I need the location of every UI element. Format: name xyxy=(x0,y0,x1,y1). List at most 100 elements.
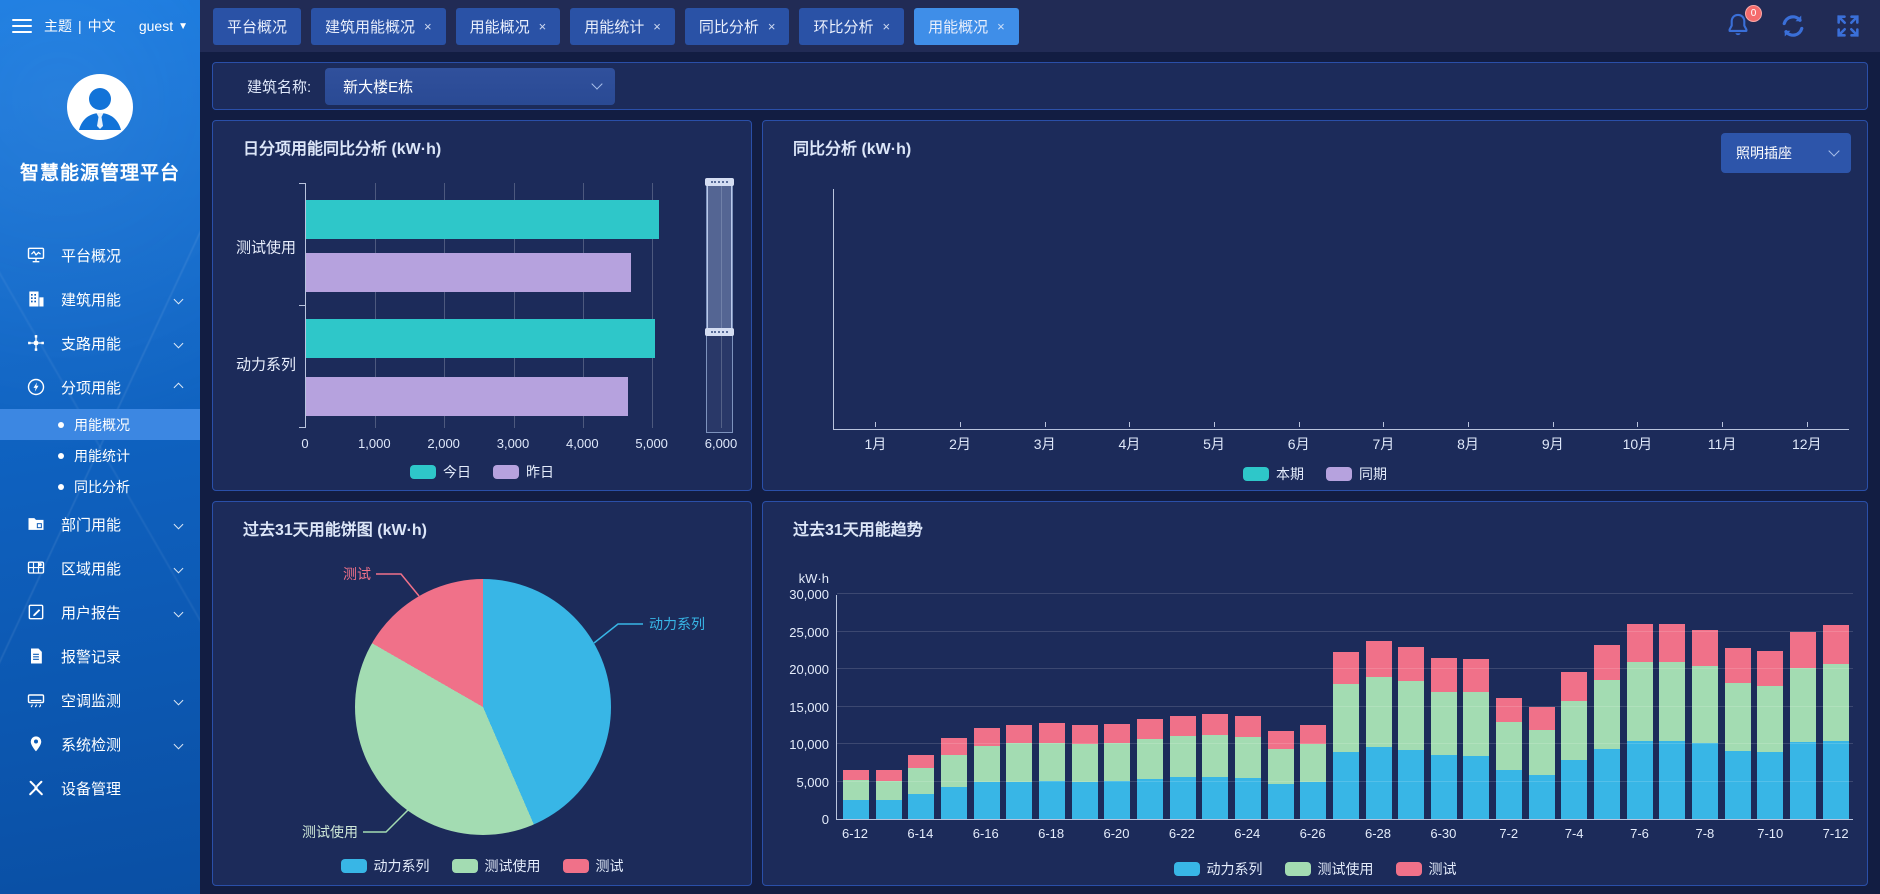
bar-昨日[interactable] xyxy=(306,377,628,416)
sidebar-subitem-用能统计[interactable]: 用能统计 xyxy=(0,440,200,471)
menu-toggle-icon[interactable] xyxy=(12,19,32,33)
trend-bar-6-23[interactable] xyxy=(1202,714,1228,819)
tab-用能概况[interactable]: 用能概况× xyxy=(456,8,561,45)
filter-bar: 建筑名称: 新大楼E栋 xyxy=(212,62,1868,110)
tab-用能统计[interactable]: 用能统计× xyxy=(570,8,675,45)
sidebar-item-建筑用能[interactable]: 建筑用能 xyxy=(0,277,200,321)
datazoom-selection[interactable] xyxy=(707,182,732,332)
tab-同比分析[interactable]: 同比分析 × xyxy=(685,8,790,45)
legend-item[interactable]: 同期 xyxy=(1326,464,1387,484)
sidebar-item-报警记录[interactable]: 报警记录 xyxy=(0,634,200,678)
sidebar-item-部门用能[interactable]: 部门用能 xyxy=(0,502,200,546)
trend-bar-7-1[interactable] xyxy=(1463,659,1489,819)
sidebar-item-平台概况[interactable]: 平台概况 xyxy=(0,233,200,277)
tab-建筑用能概况[interactable]: 建筑用能概况× xyxy=(311,8,446,45)
segment-测试使用 xyxy=(1431,692,1457,756)
legend-item[interactable]: 测试使用 xyxy=(1285,859,1374,879)
fullscreen-button[interactable] xyxy=(1834,12,1862,40)
sidebar-item-设备管理[interactable]: 设备管理 xyxy=(0,766,200,810)
trend-bar-6-24[interactable] xyxy=(1235,716,1261,819)
theme-lang-switch[interactable]: 主题 | 中文 xyxy=(44,16,116,36)
pie-chart[interactable] xyxy=(355,579,611,835)
legend-item[interactable]: 测试 xyxy=(1396,859,1457,879)
bar-昨日[interactable] xyxy=(306,253,631,292)
lang-label[interactable]: 中文 xyxy=(88,16,116,36)
trend-bar-7-3[interactable] xyxy=(1529,707,1555,820)
trend-bar-6-20[interactable] xyxy=(1104,724,1130,819)
sidebar-item-系统检测[interactable]: 系统检测 xyxy=(0,722,200,766)
notification-badge: 0 xyxy=(1745,5,1762,22)
bar-今日[interactable] xyxy=(306,200,659,239)
datazoom-handle-top[interactable] xyxy=(705,178,734,186)
category-select[interactable]: 照明插座 xyxy=(1721,133,1851,173)
trend-bar-6-14[interactable] xyxy=(908,755,934,819)
legend-item[interactable]: 测试 xyxy=(563,856,624,876)
trend-bar-7-2[interactable] xyxy=(1496,698,1522,820)
legend-item[interactable]: 昨日 xyxy=(493,462,554,482)
x-slot: 7-12 xyxy=(1823,826,1849,842)
trend-bar-6-15[interactable] xyxy=(941,738,967,819)
trend-bar-7-4[interactable] xyxy=(1561,672,1587,819)
pie-panel: 过去31天用能饼图 (kW·h) 测试 动力系列 测试使用 动力系列测试使用测试 xyxy=(212,501,752,886)
trend-bar-7-9[interactable] xyxy=(1725,648,1751,819)
daily-subitem-yoy-panel: 日分项用能同比分析 (kW·h) 测试使用动力系列 01,0002,0003,0… xyxy=(212,120,752,491)
trend-bar-7-10[interactable] xyxy=(1757,651,1783,819)
legend-label: 测试使用 xyxy=(1318,859,1374,879)
tab-close-icon[interactable]: × xyxy=(882,19,890,34)
sidebar-item-区域用能[interactable]: 区域用能 xyxy=(0,546,200,590)
tab-close-icon[interactable]: × xyxy=(424,19,432,34)
report-icon xyxy=(26,602,46,622)
trend-bar-7-8[interactable] xyxy=(1692,630,1718,819)
trend-bar-6-29[interactable] xyxy=(1398,647,1424,820)
tab-label: 同比分析 xyxy=(699,16,759,37)
segment-测试 xyxy=(1039,723,1065,743)
trend-bar-7-7[interactable] xyxy=(1659,624,1685,819)
trend-bar-6-16[interactable] xyxy=(974,728,1000,820)
x-slot xyxy=(875,826,901,842)
trend-bar-6-19[interactable] xyxy=(1072,725,1098,820)
chevron-down-icon xyxy=(174,563,184,573)
trend-bar-6-13[interactable] xyxy=(876,770,902,819)
trend-bar-7-12[interactable] xyxy=(1823,625,1849,819)
tab-用能概况[interactable]: 用能概况× xyxy=(914,8,1019,45)
building-select[interactable]: 新大楼E栋 xyxy=(325,68,615,105)
sidebar-item-分项用能[interactable]: 分项用能 xyxy=(0,365,200,409)
trend-bar-6-27[interactable] xyxy=(1333,652,1359,819)
legend-item[interactable]: 动力系列 xyxy=(1174,859,1263,879)
trend-bar-6-18[interactable] xyxy=(1039,723,1065,819)
legend-item[interactable]: 测试使用 xyxy=(452,856,541,876)
trend-bar-7-5[interactable] xyxy=(1594,645,1620,819)
legend-item[interactable]: 今日 xyxy=(410,462,471,482)
x-tick-label: 7-2 xyxy=(1499,826,1518,841)
sidebar-item-支路用能[interactable]: 支路用能 xyxy=(0,321,200,365)
tab-close-icon[interactable]: × xyxy=(997,19,1005,34)
trend-bar-6-12[interactable] xyxy=(843,770,869,820)
tab-环比分析[interactable]: 环比分析× xyxy=(799,8,904,45)
trend-bar-6-26[interactable] xyxy=(1300,725,1326,819)
tab-平台概况[interactable]: 平台概况 xyxy=(213,8,301,45)
avatar[interactable] xyxy=(67,74,133,140)
legend-item[interactable]: 动力系列 xyxy=(341,856,430,876)
refresh-button[interactable] xyxy=(1778,11,1808,41)
sidebar-item-用户报告[interactable]: 用户报告 xyxy=(0,590,200,634)
datazoom-slider[interactable] xyxy=(706,181,733,433)
sidebar-subitem-同比分析[interactable]: 同比分析 xyxy=(0,471,200,502)
tab-close-icon[interactable]: × xyxy=(539,19,547,34)
bar-今日[interactable] xyxy=(306,319,655,358)
sidebar-item-空调监测[interactable]: 空调监测 xyxy=(0,678,200,722)
datazoom-handle-bottom[interactable] xyxy=(705,328,734,336)
trend-bar-6-21[interactable] xyxy=(1137,719,1163,820)
tab-close-icon[interactable]: × xyxy=(653,19,661,34)
notifications-button[interactable]: 0 xyxy=(1724,12,1752,40)
theme-label[interactable]: 主题 xyxy=(44,16,72,36)
trend-bar-6-30[interactable] xyxy=(1431,658,1457,819)
alarm-icon xyxy=(26,646,46,666)
sidebar-subitem-用能概况[interactable]: 用能概况 xyxy=(0,409,200,440)
legend-item[interactable]: 本期 xyxy=(1243,464,1304,484)
trend-bar-7-6[interactable] xyxy=(1627,624,1653,819)
tab-close-icon[interactable]: × xyxy=(768,19,776,34)
user-menu[interactable]: guest ▼ xyxy=(139,18,188,34)
trend-bar-6-17[interactable] xyxy=(1006,725,1032,820)
trend-bar-7-11[interactable] xyxy=(1790,632,1816,820)
trend-bar-6-22[interactable] xyxy=(1170,716,1196,820)
